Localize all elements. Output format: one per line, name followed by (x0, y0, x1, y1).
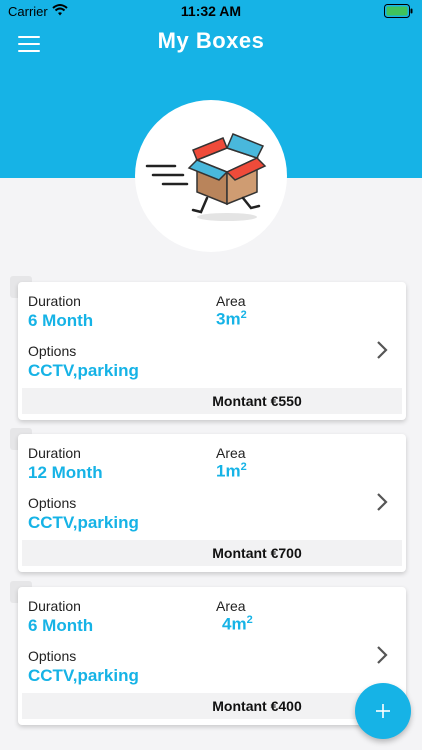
area-label: Area (216, 445, 246, 461)
amount-bar: Montant €550 (22, 388, 402, 414)
add-box-button[interactable] (355, 683, 411, 739)
area-unit: 2 (240, 309, 247, 321)
box-card[interactable]: Duration 12 Month Area 1m2 Options CCTV,… (18, 434, 406, 572)
options-value: CCTV,parking (28, 666, 139, 685)
options-label: Options (28, 648, 77, 664)
chevron-right-icon[interactable] (376, 645, 388, 665)
area-label: Area (216, 293, 246, 309)
area-number: 3m (216, 309, 241, 329)
status-time: 11:32 AM (180, 3, 242, 19)
area-number: 1m (216, 461, 241, 481)
amount-value: Montant €550 (212, 393, 302, 409)
area-value: 1m2 (216, 461, 247, 482)
area-value: 4m2 (222, 614, 253, 635)
options-label: Options (28, 343, 77, 359)
page-title: My Boxes (157, 28, 265, 53)
duration-value: 12 Month (28, 463, 103, 482)
amount-bar: Montant €400 (22, 693, 402, 719)
duration-value: 6 Month (28, 311, 94, 330)
duration-label: Duration (28, 293, 81, 309)
status-bar: Carrier 11:32 AM (0, 0, 422, 22)
options-value: CCTV,parking (28, 361, 139, 380)
duration-label: Duration (28, 445, 81, 461)
amount-bar: Montant €700 (22, 540, 402, 566)
area-unit: 2 (240, 461, 247, 473)
options-label: Options (28, 495, 77, 511)
box-card[interactable]: Duration 6 Month Area 3m2 Options CCTV,p… (18, 282, 406, 420)
chevron-right-icon[interactable] (376, 340, 388, 360)
app-logo (135, 100, 287, 252)
area-label: Area (216, 598, 246, 614)
area-unit: 2 (246, 614, 253, 626)
duration-label: Duration (28, 598, 81, 614)
chevron-right-icon[interactable] (376, 492, 388, 512)
running-box-logo (145, 133, 267, 221)
options-value: CCTV,parking (28, 513, 139, 532)
box-card[interactable]: Duration 6 Month Area 4m2 Options CCTV,p… (18, 587, 406, 725)
duration-value: 6 Month (28, 616, 94, 635)
amount-value: Montant €700 (212, 545, 302, 561)
battery-icon (384, 4, 413, 18)
plus-icon (376, 704, 390, 718)
amount-value: Montant €400 (212, 698, 302, 714)
area-value: 3m2 (216, 309, 247, 330)
area-number: 4m (222, 614, 247, 634)
